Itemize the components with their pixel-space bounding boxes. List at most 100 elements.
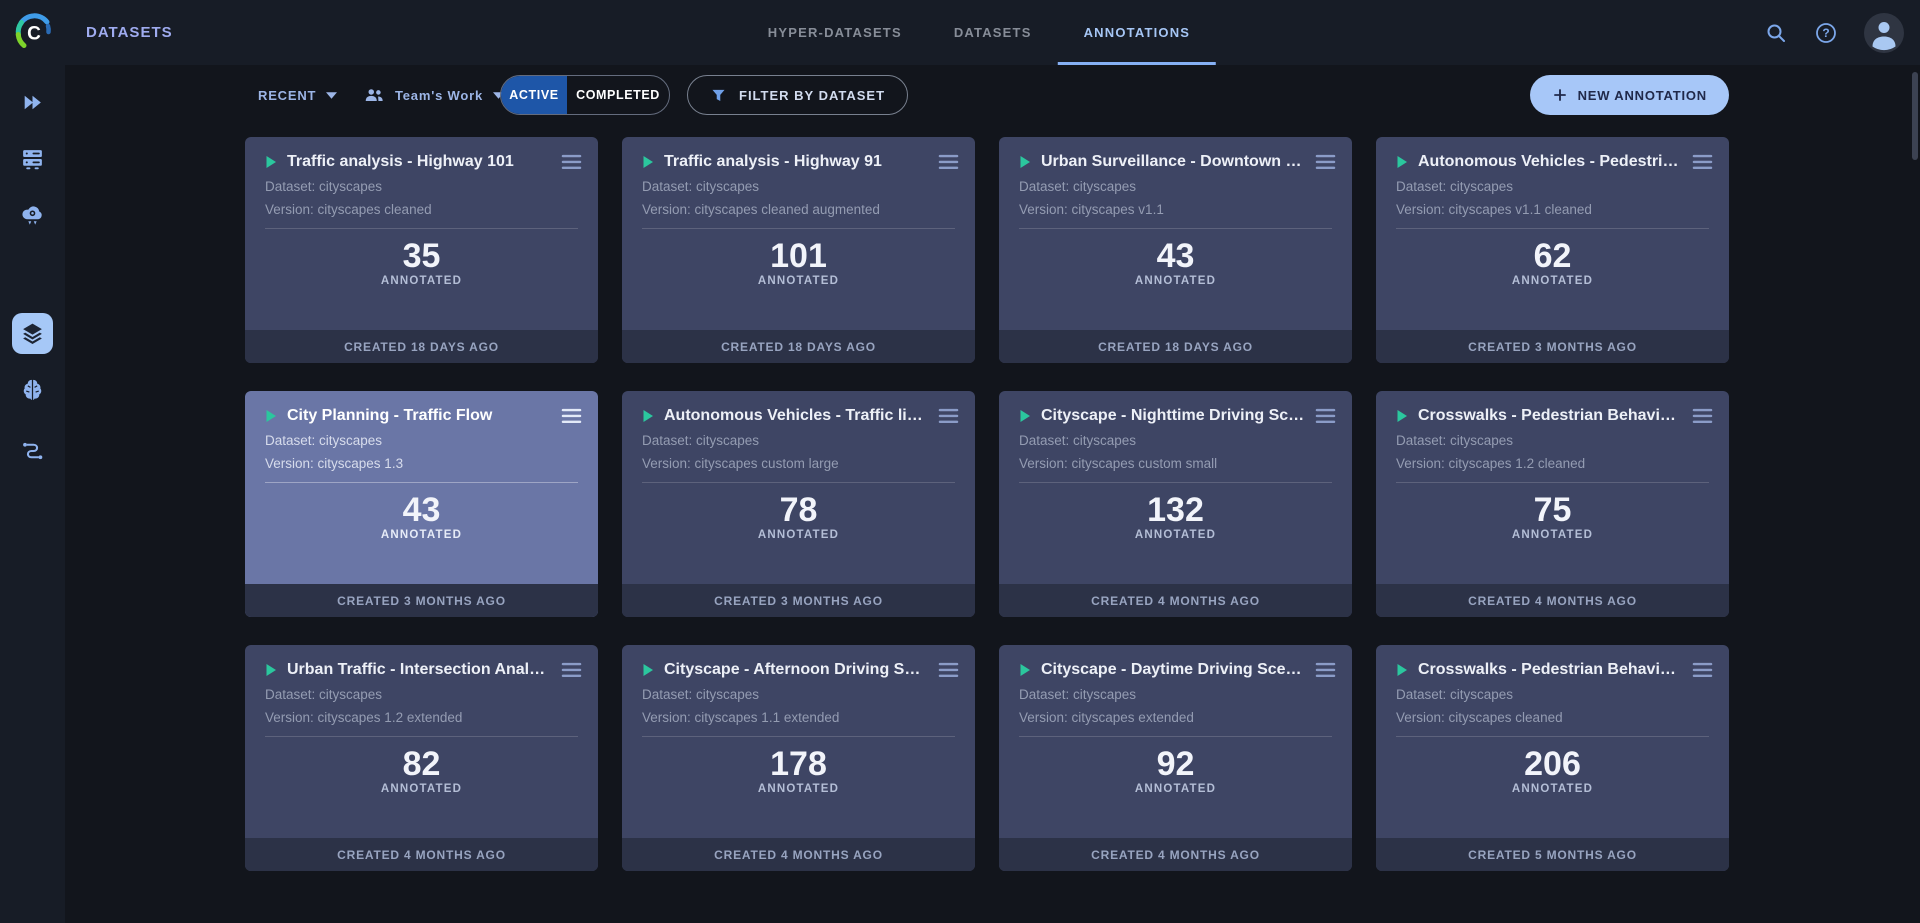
card-divider bbox=[1019, 482, 1332, 483]
card-version-line: Version: cityscapes cleaned bbox=[1376, 706, 1729, 729]
card-divider bbox=[642, 482, 955, 483]
card-title: Cityscape - Afternoon Driving Scenes bbox=[664, 661, 928, 679]
sort-dropdown[interactable]: RECENT bbox=[258, 75, 337, 115]
annotated-count: 62 bbox=[1376, 237, 1729, 275]
play-icon[interactable] bbox=[1396, 663, 1408, 677]
play-icon[interactable] bbox=[1396, 155, 1408, 169]
card-title: Traffic analysis - Highway 101 bbox=[287, 153, 551, 171]
scrollbar-thumb[interactable] bbox=[1912, 72, 1918, 160]
card-header: Autonomous Vehicles - Traffic light … bbox=[622, 391, 975, 429]
annotation-card[interactable]: Urban Surveillance - Downtown Stre… Data… bbox=[999, 137, 1352, 363]
card-menu-icon[interactable] bbox=[561, 408, 582, 424]
annotated-count: 43 bbox=[245, 491, 598, 529]
annotation-card[interactable]: Traffic analysis - Highway 101 Dataset: … bbox=[245, 137, 598, 363]
card-divider bbox=[1396, 228, 1709, 229]
header-actions: ? bbox=[1764, 0, 1904, 65]
toggle-option-completed[interactable]: COMPLETED bbox=[567, 76, 669, 114]
new-annotation-button[interactable]: NEW ANNOTATION bbox=[1530, 75, 1729, 115]
clearml-logo-icon[interactable]: C bbox=[12, 10, 56, 54]
card-created-footer: CREATED 4 MONTHS AGO bbox=[622, 838, 975, 871]
brain-icon bbox=[20, 377, 45, 402]
annotated-count: 178 bbox=[622, 745, 975, 783]
play-icon[interactable] bbox=[265, 663, 277, 677]
play-icon[interactable] bbox=[642, 155, 654, 169]
card-created-footer: CREATED 4 MONTHS AGO bbox=[245, 838, 598, 871]
card-menu-icon[interactable] bbox=[561, 154, 582, 170]
card-menu-icon[interactable] bbox=[1315, 154, 1336, 170]
sidebar-item-getting-started[interactable] bbox=[0, 80, 65, 124]
card-version-line: Version: cityscapes v1.1 cleaned bbox=[1376, 198, 1729, 221]
annotated-count-label: ANNOTATED bbox=[245, 275, 598, 287]
annotation-card[interactable]: Cityscape - Daytime Driving Scenes Datas… bbox=[999, 645, 1352, 871]
card-menu-icon[interactable] bbox=[1692, 408, 1713, 424]
card-menu-icon[interactable] bbox=[1692, 662, 1713, 678]
play-icon[interactable] bbox=[265, 409, 277, 423]
card-dataset-line: Dataset: cityscapes bbox=[245, 175, 598, 198]
server-icon bbox=[20, 146, 45, 171]
card-created-footer: CREATED 3 MONTHS AGO bbox=[1376, 330, 1729, 363]
filter-button-label: FILTER BY DATASET bbox=[739, 88, 885, 103]
help-icon[interactable]: ? bbox=[1814, 21, 1838, 45]
sidebar-item-models[interactable] bbox=[0, 367, 65, 411]
card-menu-icon[interactable] bbox=[938, 662, 959, 678]
annotation-card[interactable]: Cityscape - Afternoon Driving Scenes Dat… bbox=[622, 645, 975, 871]
card-menu-icon[interactable] bbox=[1692, 154, 1713, 170]
card-title: City Planning - Traffic Flow bbox=[287, 407, 551, 425]
card-version-line: Version: cityscapes v1.1 bbox=[999, 198, 1352, 221]
card-divider bbox=[642, 228, 955, 229]
double-chevron-icon bbox=[20, 90, 45, 115]
play-icon[interactable] bbox=[265, 155, 277, 169]
plus-icon bbox=[1552, 87, 1568, 103]
scope-dropdown[interactable]: Team's Work bbox=[363, 75, 504, 115]
toggle-option-active[interactable]: ACTIVE bbox=[501, 76, 567, 114]
annotation-card[interactable]: Autonomous Vehicles - Pedestrian … Datas… bbox=[1376, 137, 1729, 363]
left-sidebar bbox=[0, 65, 65, 923]
card-header: Autonomous Vehicles - Pedestrian … bbox=[1376, 137, 1729, 175]
annotated-count: 206 bbox=[1376, 745, 1729, 783]
play-icon[interactable] bbox=[1019, 155, 1031, 169]
tab-hyper-datasets[interactable]: HYPER-DATASETS bbox=[742, 0, 928, 65]
sidebar-item-datasets[interactable] bbox=[0, 136, 65, 180]
card-version-line: Version: cityscapes cleaned bbox=[245, 198, 598, 221]
funnel-icon bbox=[710, 87, 727, 104]
annotated-count: 35 bbox=[245, 237, 598, 275]
card-dataset-line: Dataset: cityscapes bbox=[1376, 175, 1729, 198]
card-title: Crosswalks - Pedestrian Behavior P… bbox=[1418, 661, 1682, 679]
card-menu-icon[interactable] bbox=[938, 408, 959, 424]
card-menu-icon[interactable] bbox=[1315, 408, 1336, 424]
sidebar-item-pipelines[interactable] bbox=[0, 429, 65, 473]
card-version-line: Version: cityscapes 1.1 extended bbox=[622, 706, 975, 729]
card-divider bbox=[265, 482, 578, 483]
annotation-card[interactable]: Cityscape - Nighttime Driving Scenes Dat… bbox=[999, 391, 1352, 617]
search-icon[interactable] bbox=[1764, 21, 1788, 45]
card-menu-icon[interactable] bbox=[938, 154, 959, 170]
sidebar-item-data-processing[interactable] bbox=[0, 192, 65, 236]
card-header: Traffic analysis - Highway 91 bbox=[622, 137, 975, 175]
annotation-card[interactable]: Autonomous Vehicles - Traffic light … Da… bbox=[622, 391, 975, 617]
annotation-card[interactable]: Crosswalks - Pedestrian Behavior P… Data… bbox=[1376, 391, 1729, 617]
annotated-count-label: ANNOTATED bbox=[622, 783, 975, 795]
filter-by-dataset-button[interactable]: FILTER BY DATASET bbox=[687, 75, 908, 115]
card-menu-icon[interactable] bbox=[561, 662, 582, 678]
card-header: Cityscape - Daytime Driving Scenes bbox=[999, 645, 1352, 683]
annotation-card[interactable]: Crosswalks - Pedestrian Behavior P… Data… bbox=[1376, 645, 1729, 871]
play-icon[interactable] bbox=[1019, 409, 1031, 423]
team-icon bbox=[363, 84, 385, 106]
annotated-count: 78 bbox=[622, 491, 975, 529]
card-created-footer: CREATED 4 MONTHS AGO bbox=[1376, 584, 1729, 617]
play-icon[interactable] bbox=[642, 663, 654, 677]
annotation-card[interactable]: Urban Traffic - Intersection Analysis Da… bbox=[245, 645, 598, 871]
card-created-footer: CREATED 3 MONTHS AGO bbox=[245, 584, 598, 617]
play-icon[interactable] bbox=[1019, 663, 1031, 677]
tab-annotations[interactable]: ANNOTATIONS bbox=[1058, 0, 1217, 65]
user-avatar[interactable] bbox=[1864, 13, 1904, 53]
card-dataset-line: Dataset: cityscapes bbox=[1376, 683, 1729, 706]
play-icon[interactable] bbox=[642, 409, 654, 423]
play-icon[interactable] bbox=[1396, 409, 1408, 423]
annotation-card[interactable]: Traffic analysis - Highway 91 Dataset: c… bbox=[622, 137, 975, 363]
card-created-footer: CREATED 3 MONTHS AGO bbox=[622, 584, 975, 617]
sidebar-item-annotations[interactable] bbox=[0, 311, 65, 355]
card-menu-icon[interactable] bbox=[1315, 662, 1336, 678]
tab-datasets[interactable]: DATASETS bbox=[928, 0, 1058, 65]
annotation-card[interactable]: City Planning - Traffic Flow Dataset: ci… bbox=[245, 391, 598, 617]
